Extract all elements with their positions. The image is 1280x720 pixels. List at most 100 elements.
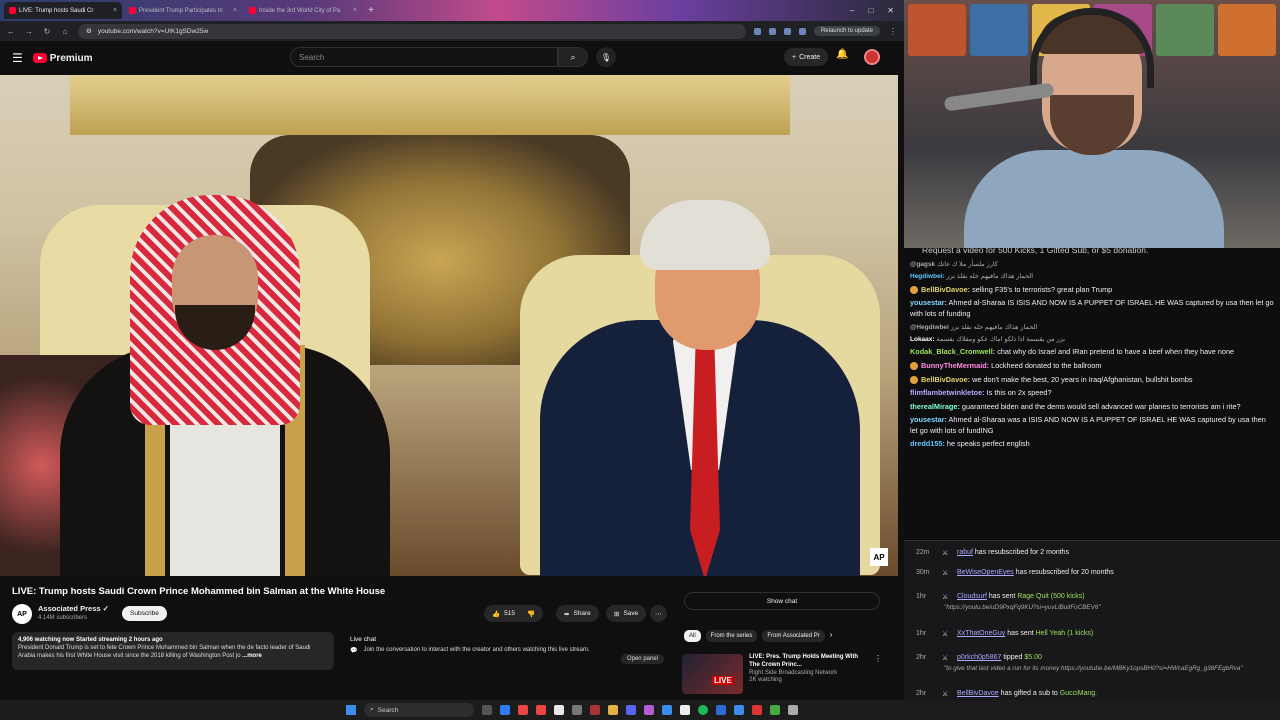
recommended-title[interactable]: LIVE: Pres. Trump Holds Meeting With The… [749,654,868,670]
chat-username[interactable]: BellBivDavoe: [921,285,970,294]
event-username[interactable]: Cloudsurf [957,593,987,600]
app-icon[interactable] [662,705,672,715]
chat-username[interactable]: BunnyTheMermaid: [921,361,989,370]
home-icon[interactable]: ⌂ [60,27,70,36]
voice-search-button[interactable]: 🎙 [596,47,616,67]
open-panel-button[interactable]: Open panel [620,654,664,664]
app-icon[interactable] [716,705,726,715]
recommended-thumbnail[interactable]: LIVE [682,654,744,694]
chat-username[interactable]: Hegdiwbei: [910,273,945,280]
youtube-logo[interactable]: Premium [32,52,93,64]
more-link[interactable]: ...more [242,653,262,659]
chat-username[interactable]: yousestar: [910,415,947,424]
extension-icon[interactable] [798,27,806,35]
create-button[interactable]: + Create [784,48,829,66]
tab-trump-participates[interactable]: President Trump Participates In × [124,2,242,19]
chip-from-channel[interactable]: From Associated Pr [762,630,825,642]
app-icon[interactable] [788,705,798,715]
chat-username[interactable]: BellBivDavoe: [921,375,970,384]
forward-icon[interactable]: → [24,27,34,36]
edge-icon[interactable] [500,705,510,715]
app-icon[interactable] [590,705,600,715]
app-icon[interactable] [752,705,762,715]
windows-start-icon[interactable] [346,705,356,715]
chat-username[interactable]: @gagsk [910,261,935,268]
youtube-favicon-icon [129,7,136,14]
show-chat-button[interactable]: Show chat [684,592,880,610]
chip-all[interactable]: All [684,630,701,642]
recommended-channel[interactable]: Right Side Broadcasting Network [749,670,868,678]
maximize-icon[interactable]: □ [868,6,873,15]
chrome-icon[interactable] [518,705,528,715]
chat-text: he speaks perfect english [946,439,1030,449]
chat-text: chat why do Israel and IRan pretend to h… [997,347,1235,357]
close-tab-icon[interactable]: × [353,7,357,14]
task-view-icon[interactable] [482,705,492,715]
youtube-favicon-icon [249,7,256,14]
subscribe-button[interactable]: Subscribe [122,606,167,621]
close-tab-icon[interactable]: × [113,7,117,14]
taskbar-search[interactable]: ⌕ Search [364,703,474,717]
spotify-icon[interactable] [698,705,708,715]
kick-icon: ⚔ [942,594,949,601]
recommended-video[interactable]: LIVE LIVE: Pres. Trump Holds Meeting Wit… [682,654,882,694]
extension-icon[interactable] [753,27,761,35]
tab-label: LIVE: Trump hosts Saudi Cr [19,7,94,14]
minimize-icon[interactable]: – [850,6,854,15]
more-actions-button[interactable]: ⋯ [650,605,667,622]
app-icon[interactable] [680,705,690,715]
obs-icon[interactable] [554,705,564,715]
chrome-icon[interactable] [536,705,546,715]
hamburger-menu-icon[interactable]: ☰ [12,51,23,65]
app-icon[interactable] [734,705,744,715]
event-username[interactable]: BeWiseOpenEyes [957,569,1014,576]
chat-username[interactable]: therealMirage: [910,402,960,411]
file-explorer-icon[interactable] [608,705,618,715]
channel-avatar[interactable]: AP [12,604,32,624]
video-player[interactable]: AP [0,75,898,576]
event-username[interactable]: p0rkch0p5867 [957,654,1001,661]
save-button[interactable]: ⊞ Save [606,605,647,622]
url-field[interactable]: ⚙ youtube.com/watch?v=UIK1gSDw25w [78,23,746,39]
close-window-icon[interactable]: ✕ [887,6,894,15]
chat-username[interactable]: @Hegdiwbei [910,324,949,331]
account-avatar[interactable] [864,49,880,65]
app-icon[interactable] [644,705,654,715]
relaunch-button[interactable]: Relaunch to update [813,26,880,36]
chip-from-series[interactable]: From the series [705,630,758,642]
like-icon[interactable]: 👍 [492,610,500,618]
app-icon[interactable] [572,705,582,715]
event-username[interactable]: XxThatOneGuy [957,630,1005,637]
logo-text: Premium [49,52,93,64]
event-username[interactable]: BellBivDavoe [957,690,999,697]
notifications-bell-icon[interactable]: 🔔 [836,49,848,60]
extension-icon[interactable] [783,27,791,35]
event-username[interactable]: rabuf [957,549,973,556]
chat-username[interactable]: Kodak_Black_Cromwell: [910,347,995,356]
dislike-icon[interactable]: 👎 [527,610,535,618]
chat-username[interactable]: yousestar: [910,298,947,307]
discord-icon[interactable] [626,705,636,715]
browser-menu-icon[interactable]: ⋮ [888,27,898,36]
share-button[interactable]: ➦ Share [556,605,599,622]
channel-name[interactable]: Associated Press ✓ [38,604,109,613]
reload-icon[interactable]: ↻ [42,27,52,36]
search-button[interactable]: ⌕ [558,47,588,67]
back-icon[interactable]: ← [6,27,16,36]
new-tab-button[interactable]: + [364,5,378,16]
chat-username[interactable]: dredd155: [910,439,945,448]
chevron-right-icon[interactable]: › [830,630,833,642]
event-text: BellBivDavoe has gifted a sub to GucciMa… [957,690,1097,697]
description-box[interactable]: 4,906 watching now Started streaming 2 h… [12,632,334,670]
search-input[interactable]: Search [290,47,558,67]
chat-message: yousestar: Ahmed al-Sharaa IS ISIS AND N… [910,298,1274,319]
close-tab-icon[interactable]: × [233,7,237,14]
chat-username[interactable]: flimflambetwinkletoe: [910,388,985,397]
tab-third-world-city[interactable]: Inside the 3rd World City of Pa × [244,2,362,19]
site-info-icon[interactable]: ⚙ [86,27,92,35]
app-icon[interactable] [770,705,780,715]
tab-youtube-live[interactable]: LIVE: Trump hosts Saudi Cr × [4,2,122,19]
chat-username[interactable]: Lokaax: [910,336,935,343]
more-vertical-icon[interactable]: ⋮ [874,654,882,694]
extension-icon[interactable] [768,27,776,35]
